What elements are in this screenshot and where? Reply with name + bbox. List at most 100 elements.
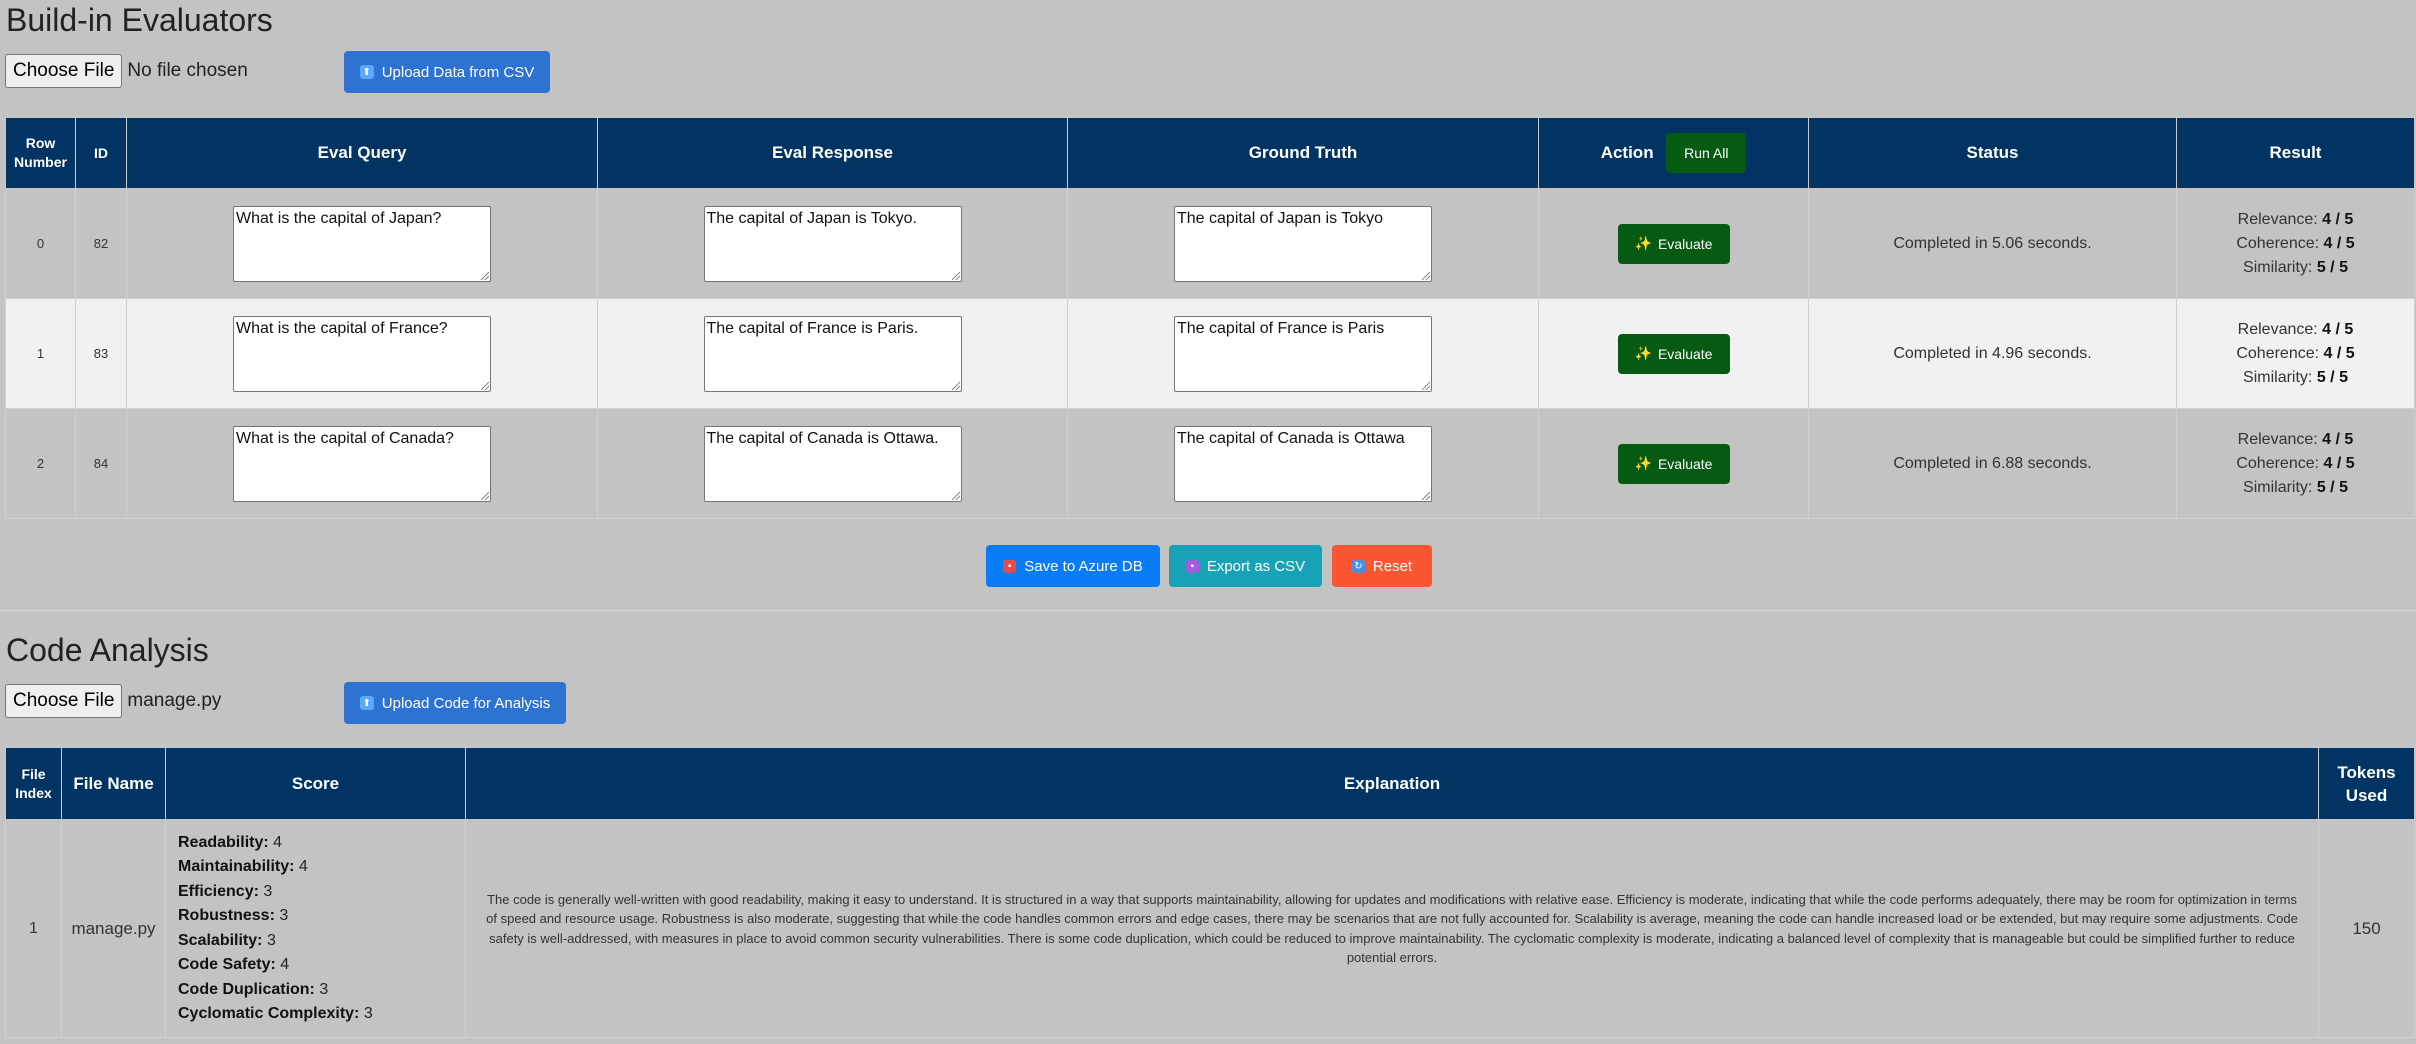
col-ground-truth: Ground Truth bbox=[1067, 117, 1539, 189]
score-label: Cyclomatic Complexity: bbox=[178, 1005, 360, 1022]
evaluate-button[interactable]: ✨ Evaluate bbox=[1617, 333, 1730, 374]
reset-button[interactable]: ↻ Reset bbox=[1332, 545, 1432, 587]
resize-grip-icon[interactable] bbox=[951, 381, 960, 390]
export-label: Export as CSV bbox=[1206, 557, 1306, 575]
evaluators-title: Build-in Evaluators bbox=[6, 2, 273, 38]
sparkle-icon: ✨ bbox=[1634, 455, 1652, 471]
relevance-value: 4 / 5 bbox=[2322, 210, 2354, 228]
col-eval-response: Eval Response bbox=[597, 117, 1068, 189]
ground-truth-textarea[interactable]: The capital of Japan is Tokyo bbox=[1174, 205, 1432, 282]
col-file-index: File Index bbox=[5, 747, 62, 820]
eval-response-textarea[interactable]: The capital of Canada is Ottawa. bbox=[703, 425, 962, 502]
resize-grip-icon[interactable] bbox=[1422, 491, 1430, 500]
evaluate-label: Evaluate bbox=[1657, 345, 1713, 362]
status-cell: Completed in 6.88 seconds. bbox=[1808, 408, 2177, 519]
eval-response-text: The capital of Canada is Ottawa. bbox=[706, 429, 939, 447]
table-row: 1 manage.py Readability: 4 Maintainabilit… bbox=[5, 819, 2415, 1038]
coherence-line: Coherence: 4 / 5 bbox=[2177, 452, 2414, 476]
upload-icon: ⬆ bbox=[359, 65, 374, 79]
resize-grip-icon[interactable] bbox=[481, 491, 489, 500]
sparkle-icon: ✨ bbox=[1634, 345, 1652, 361]
ground-truth-text: The capital of Japan is Tokyo bbox=[1177, 209, 1384, 227]
resize-grip-icon[interactable] bbox=[1422, 381, 1430, 390]
action-cell: ✨ Evaluate bbox=[1538, 408, 1809, 519]
evaluate-button[interactable]: ✨ Evaluate bbox=[1617, 223, 1730, 264]
relevance-line: Relevance: 4 / 5 bbox=[2177, 318, 2414, 342]
table-header-row: File Index File Name Score Explanation T… bbox=[5, 747, 2415, 820]
result-cell: Relevance: 4 / 5 Coherence: 4 / 5 Simila… bbox=[2176, 188, 2415, 299]
eval-query-cell: What is the capital of Japan? bbox=[126, 188, 598, 299]
row-number-cell: 1 bbox=[5, 298, 76, 409]
resize-grip-icon[interactable] bbox=[951, 491, 960, 500]
reset-icon: ↻ bbox=[1351, 559, 1365, 573]
export-csv-button[interactable]: ▪ Export as CSV bbox=[1169, 545, 1322, 587]
eval-response-textarea[interactable]: The capital of France is Paris. bbox=[703, 315, 962, 392]
eval-response-textarea[interactable]: The capital of Japan is Tokyo. bbox=[703, 205, 962, 282]
relevance-value: 4 / 5 bbox=[2322, 320, 2354, 338]
resize-grip-icon[interactable] bbox=[1422, 271, 1430, 280]
similarity-label: Similarity: bbox=[2243, 478, 2313, 496]
upload-code-button[interactable]: ⬆ Upload Code for Analysis bbox=[344, 682, 566, 724]
eval-query-text: What is the capital of Japan? bbox=[236, 209, 442, 227]
col-action-label: Action bbox=[1600, 143, 1654, 162]
score-label: Efficiency: bbox=[178, 882, 259, 900]
resize-grip-icon[interactable] bbox=[481, 381, 489, 390]
csv-file-picker: Choose File No file chosen bbox=[5, 54, 248, 88]
coherence-line: Coherence: 4 / 5 bbox=[2177, 342, 2414, 366]
col-explanation: Explanation bbox=[465, 747, 2319, 820]
col-file-name: File Name bbox=[61, 747, 166, 820]
upload-csv-button[interactable]: ⬆ Upload Data from CSV bbox=[344, 51, 550, 93]
score-item: Cyclomatic Complexity: 3 bbox=[178, 1002, 465, 1027]
eval-response-text: The capital of Japan is Tokyo. bbox=[706, 209, 918, 227]
eval-query-textarea[interactable]: What is the capital of Japan? bbox=[233, 205, 491, 282]
ground-truth-cell: The capital of Canada is Ottawa bbox=[1067, 408, 1539, 519]
floppy-disk-icon: ▪ bbox=[1003, 559, 1017, 573]
score-label: Robustness: bbox=[178, 907, 275, 924]
col-eval-query: Eval Query bbox=[126, 117, 598, 189]
save-to-azure-button[interactable]: ▪ Save to Azure DB bbox=[986, 545, 1160, 587]
evaluate-label: Evaluate bbox=[1657, 235, 1713, 252]
col-status: Status bbox=[1808, 117, 2177, 189]
table-row: 1 83 What is the capital of France? The … bbox=[5, 298, 2415, 409]
choose-file-button[interactable]: Choose File bbox=[5, 684, 123, 718]
ground-truth-cell: The capital of Japan is Tokyo bbox=[1067, 188, 1539, 299]
eval-response-text: The capital of France is Paris. bbox=[706, 319, 919, 337]
coherence-value: 4 / 5 bbox=[2323, 454, 2355, 472]
score-value: 3 bbox=[319, 980, 329, 998]
score-item: Efficiency: 3 bbox=[178, 880, 465, 905]
resize-grip-icon[interactable] bbox=[481, 271, 489, 280]
resize-grip-icon[interactable] bbox=[951, 271, 960, 280]
reset-label: Reset bbox=[1372, 557, 1413, 575]
file-status-label: No file chosen bbox=[127, 60, 248, 81]
coherence-line: Coherence: 4 / 5 bbox=[2177, 232, 2414, 256]
score-item: Maintainability: 4 bbox=[178, 855, 465, 880]
tokens-used-cell: 150 bbox=[2318, 819, 2415, 1038]
score-label: Code Duplication: bbox=[178, 980, 315, 998]
ground-truth-textarea[interactable]: The capital of Canada is Ottawa bbox=[1174, 425, 1432, 502]
score-value: 4 bbox=[280, 956, 290, 973]
choose-file-button[interactable]: Choose File bbox=[5, 54, 123, 88]
score-value: 4 bbox=[273, 833, 283, 851]
score-item: Readability: 4 bbox=[178, 831, 465, 856]
action-cell: ✨ Evaluate bbox=[1538, 188, 1809, 299]
similarity-line: Similarity: 5 / 5 bbox=[2177, 366, 2414, 390]
section-divider bbox=[0, 610, 2416, 611]
similarity-line: Similarity: 5 / 5 bbox=[2177, 476, 2414, 500]
eval-response-cell: The capital of France is Paris. bbox=[597, 298, 1068, 409]
eval-query-cell: What is the capital of Canada? bbox=[126, 408, 598, 519]
col-tokens-used: Tokens Used bbox=[2318, 747, 2415, 820]
status-cell: Completed in 5.06 seconds. bbox=[1808, 188, 2177, 299]
table-row: 2 84 What is the capital of Canada? The … bbox=[5, 408, 2415, 519]
coherence-value: 4 / 5 bbox=[2323, 344, 2355, 362]
evaluate-label: Evaluate bbox=[1657, 455, 1713, 472]
similarity-label: Similarity: bbox=[2243, 258, 2313, 276]
code-analysis-title: Code Analysis bbox=[6, 632, 209, 668]
row-number-cell: 2 bbox=[5, 408, 76, 519]
eval-query-textarea[interactable]: What is the capital of France? bbox=[233, 315, 491, 392]
action-cell: ✨ Evaluate bbox=[1538, 298, 1809, 409]
eval-query-textarea[interactable]: What is the capital of Canada? bbox=[233, 425, 491, 502]
evaluate-button[interactable]: ✨ Evaluate bbox=[1617, 443, 1730, 484]
run-all-button[interactable]: Run All bbox=[1666, 133, 1747, 173]
relevance-label: Relevance: bbox=[2237, 430, 2318, 448]
ground-truth-textarea[interactable]: The capital of France is Paris bbox=[1174, 315, 1432, 392]
